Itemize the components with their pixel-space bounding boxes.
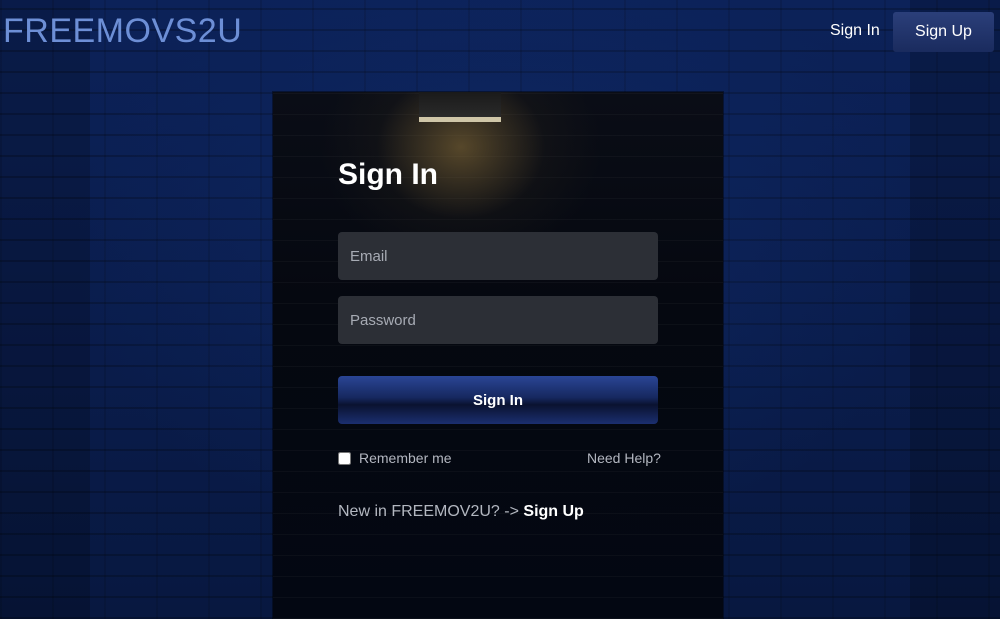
- wall-lamp-icon: [419, 92, 501, 122]
- email-field[interactable]: [338, 232, 658, 280]
- sign-in-panel: Sign In Sign In Remember me Need Help? N…: [273, 92, 723, 619]
- nav-sign-up-button[interactable]: Sign Up: [893, 12, 994, 52]
- new-user-text: New in FREEMOV2U? ->: [338, 503, 519, 520]
- nav-sign-in-link[interactable]: Sign In: [830, 22, 880, 40]
- remember-me-checkbox[interactable]: [338, 451, 351, 465]
- form-title: Sign In: [338, 158, 438, 191]
- sign-up-link[interactable]: Sign Up: [523, 503, 583, 520]
- need-help-link[interactable]: Need Help?: [587, 450, 661, 466]
- wall-shade-left: [0, 0, 90, 619]
- remember-me-label: Remember me: [359, 450, 452, 466]
- remember-me[interactable]: Remember me: [338, 450, 452, 466]
- sign-in-submit-button[interactable]: Sign In: [338, 376, 658, 424]
- site-logo[interactable]: FREEMOVS2U: [3, 12, 242, 51]
- new-user-prompt: New in FREEMOV2U? -> Sign Up: [338, 503, 584, 521]
- password-field[interactable]: [338, 296, 658, 344]
- wall-shade-right: [910, 0, 1000, 619]
- top-bar: FREEMOVS2U Sign In Sign Up: [0, 0, 1000, 64]
